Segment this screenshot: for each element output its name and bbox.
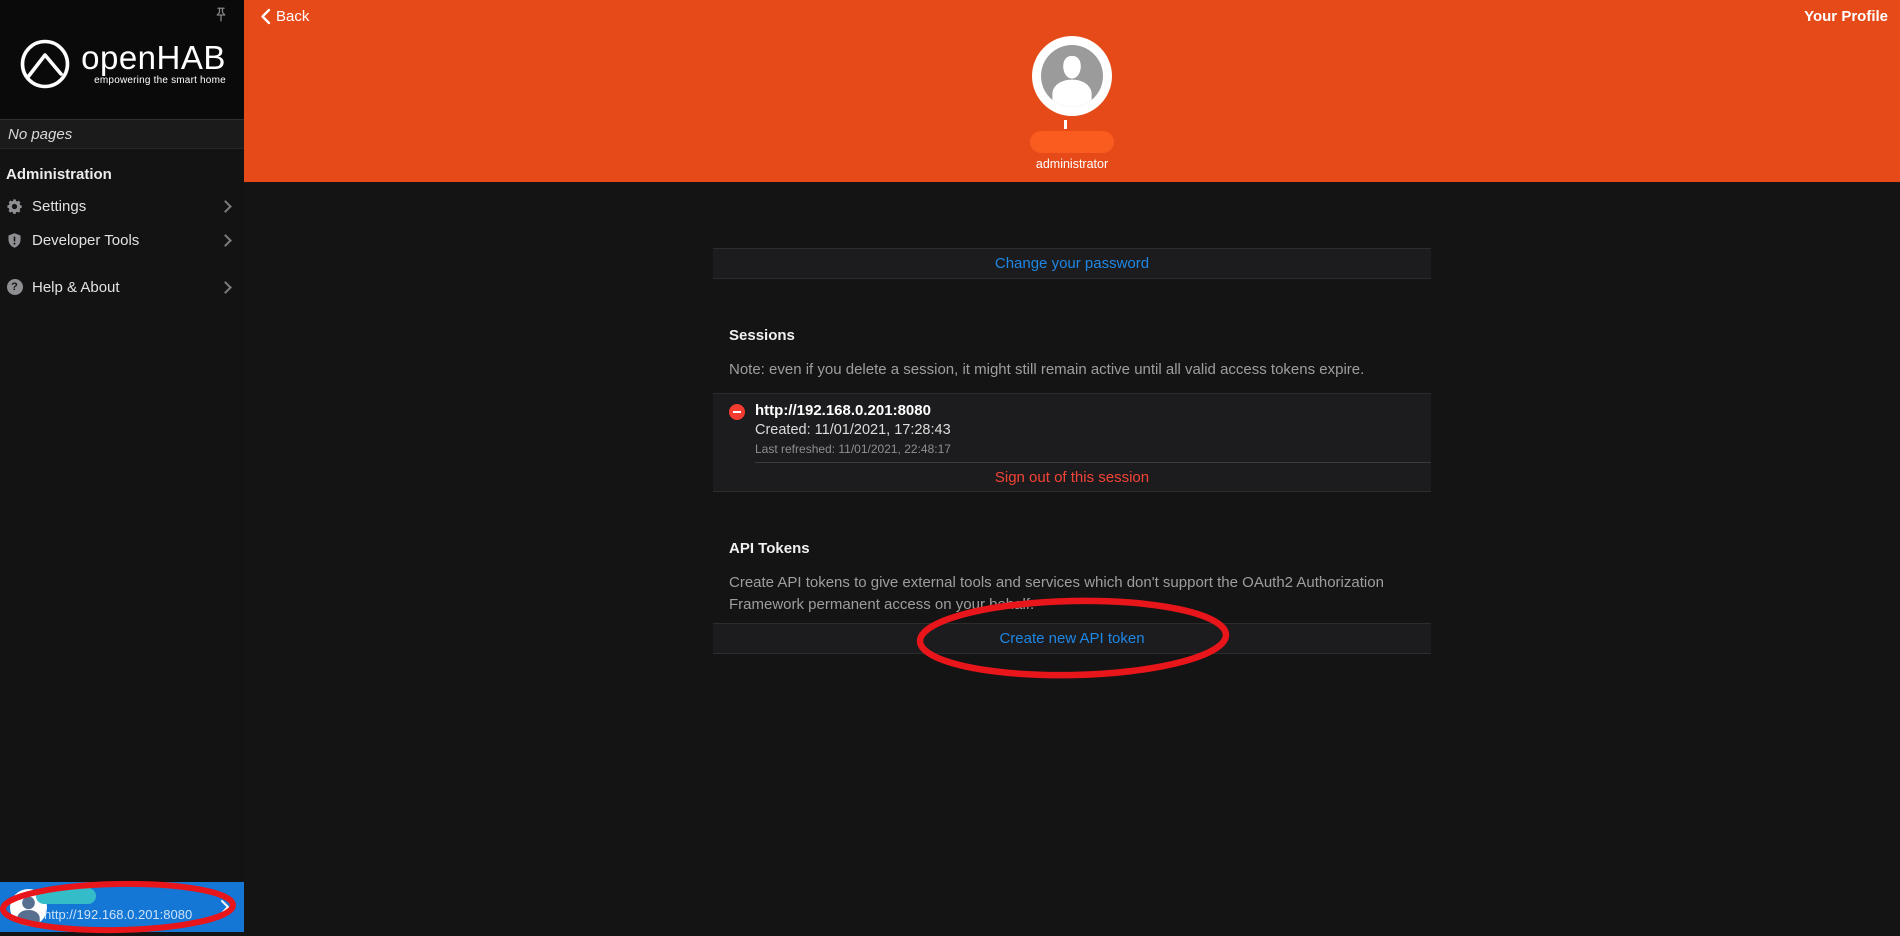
server-url: http://192.168.0.201:8080	[44, 907, 192, 922]
sidebar-item-label: Settings	[32, 198, 221, 215]
chevron-right-icon	[219, 234, 232, 247]
chevron-right-icon	[219, 200, 232, 213]
session-item: http://192.168.0.201:8080 Created: 11/01…	[713, 394, 1431, 462]
openhab-logo: openHAB empowering the smart home	[18, 37, 226, 91]
sidebar-item-settings[interactable]: Settings	[0, 189, 244, 223]
sidebar: openHAB empowering the smart home No pag…	[0, 0, 244, 932]
sidebar-item-label: Help & About	[32, 279, 221, 296]
chevron-left-icon	[260, 8, 271, 25]
openhab-logo-icon	[18, 37, 72, 91]
page-title: Your Profile	[1804, 8, 1888, 25]
administration-section-title: Administration	[6, 166, 244, 183]
server-account-bar[interactable]: http://192.168.0.201:8080	[0, 882, 244, 932]
redacted-display-name	[1030, 131, 1114, 153]
role-label: administrator	[1036, 157, 1108, 171]
profile-identity: administrator	[244, 36, 1900, 171]
question-circle-icon: ?	[6, 279, 23, 296]
avatar	[1032, 36, 1112, 116]
sidebar-item-developer-tools[interactable]: Developer Tools	[0, 223, 244, 257]
session-card: http://192.168.0.201:8080 Created: 11/01…	[713, 393, 1431, 492]
redacted-username	[36, 888, 96, 904]
api-tokens-title: API Tokens	[729, 540, 1431, 557]
create-api-token-link[interactable]: Create new API token	[999, 630, 1144, 647]
sidebar-logo-area: openHAB empowering the smart home	[0, 0, 244, 119]
sidebar-item-label: Developer Tools	[32, 232, 221, 249]
gear-icon	[6, 198, 23, 215]
brand-name: openHAB	[81, 41, 226, 74]
change-password-row[interactable]: Change your password	[713, 248, 1431, 279]
session-created: Created: 11/01/2021, 17:28:43	[755, 422, 951, 438]
no-pages-label: No pages	[0, 119, 244, 149]
brand-tagline: empowering the smart home	[94, 75, 226, 86]
main-content: Change your password Sessions Note: even…	[244, 182, 1900, 932]
sessions-title: Sessions	[729, 327, 1431, 344]
create-api-token-row[interactable]: Create new API token	[713, 623, 1431, 654]
sidebar-item-help-about[interactable]: ? Help & About	[0, 270, 244, 304]
session-url: http://192.168.0.201:8080	[755, 402, 951, 419]
chevron-right-icon	[220, 899, 230, 920]
back-button[interactable]: Back	[260, 8, 309, 25]
api-tokens-description: Create API tokens to give external tools…	[729, 572, 1415, 616]
shield-exclamation-icon	[6, 232, 23, 249]
sign-out-session-link[interactable]: Sign out of this session	[995, 469, 1149, 486]
sessions-note: Note: even if you delete a session, it m…	[729, 359, 1415, 381]
session-last-refreshed: Last refreshed: 11/01/2021, 22:48:17	[755, 442, 951, 456]
sign-out-session-row[interactable]: Sign out of this session	[713, 463, 1431, 491]
back-label: Back	[276, 8, 309, 25]
chevron-right-icon	[219, 281, 232, 294]
profile-header: Back Your Profile administrator	[244, 0, 1900, 182]
pin-sidebar-icon[interactable]	[212, 6, 230, 24]
text-cursor-tick	[1064, 120, 1067, 129]
server-info: http://192.168.0.201:8080	[36, 888, 192, 922]
delete-session-icon[interactable]	[729, 404, 745, 420]
change-password-link[interactable]: Change your password	[995, 255, 1149, 272]
